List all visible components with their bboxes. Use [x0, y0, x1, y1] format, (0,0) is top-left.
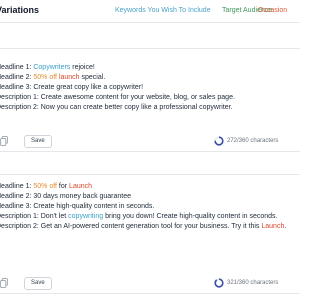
line-label: Description 1: [0, 212, 41, 220]
line-label: Headline 1: [0, 183, 32, 190]
highlighted-keyword: 50% off [33, 183, 57, 190]
variations-header: Variations Keywords You Wish To Include … [0, 0, 300, 23]
line-text: for [56, 183, 70, 190]
panel-title: Variations [0, 5, 40, 15]
line-label: Headline 2: [0, 73, 32, 81]
line-text: Now you can create better copy like a pr… [40, 103, 233, 111]
description-1-line: Description 1: Create awesome content fo… [0, 93, 300, 103]
tag-keywords[interactable]: Keywords You Wish To Include [115, 7, 211, 14]
card-footer: Save 321/360 characters [0, 275, 300, 293]
variation-text: Headline 1: Copywriters rejoice! Headlin… [0, 63, 300, 113]
line-label: Description 1: [0, 93, 41, 101]
progress-ring-icon [214, 136, 224, 146]
highlighted-keyword: Launch [69, 183, 93, 190]
line-text: Create high-quality content in seconds. [33, 202, 155, 210]
headline-2-line: Headline 2: 50% off launch special. [0, 73, 300, 83]
line-label: Headline 2: [0, 192, 32, 200]
variation-text: Headline 1: 50% off for Launch Headline … [0, 182, 300, 232]
progress-ring-icon [214, 278, 224, 288]
headline-2-line: Headline 2: 30 days money back guarantee [0, 192, 300, 202]
line-label: Description 2: [0, 103, 41, 111]
line-text: Get an AI-powered content generation too… [40, 222, 262, 230]
line-text: Don't let [40, 212, 69, 220]
copy-icon[interactable] [0, 136, 8, 146]
save-button[interactable]: Save [24, 135, 52, 148]
variations-panel: Variations Keywords You Wish To Include … [0, 0, 300, 300]
save-button[interactable]: Save [24, 277, 52, 290]
highlighted-keyword: launch [58, 73, 80, 81]
highlighted-keyword: 50% off [33, 73, 57, 81]
description-2-line: Description 2: Get an AI-powered content… [0, 222, 300, 232]
line-label: Headline 3: [0, 83, 32, 91]
line-text: special. [79, 73, 106, 81]
highlighted-keyword: Launch [261, 222, 285, 230]
description-2-line: Description 2: Now you can create better… [0, 103, 300, 113]
character-count: 321/360 characters [227, 280, 279, 286]
line-text: . [284, 222, 287, 230]
line-text: 30 days money back guarantee [33, 192, 132, 200]
description-1-line: Description 1: Don't let copywriting bri… [0, 212, 300, 222]
line-text: Create awesome content for your website,… [40, 93, 235, 101]
line-label: Description 2: [0, 222, 41, 230]
line-label: Headline 1: [0, 64, 32, 71]
variation-card: Headline 1: Copywriters rejoice! Headlin… [0, 48, 300, 152]
headline-1-line: Headline 1: 50% off for Launch [0, 182, 300, 192]
variation-card: Headline 1: 50% off for Launch Headline … [0, 174, 300, 294]
line-label: Headline 3: [0, 202, 32, 210]
line-text: Create great copy like a copywriter! [33, 83, 144, 91]
line-text: bring you down! Create high-quality cont… [103, 212, 278, 220]
card-footer: Save 272/360 characters [0, 133, 300, 151]
copy-icon[interactable] [0, 278, 8, 288]
tag-occasion[interactable]: Occasion [258, 7, 287, 14]
character-count: 272/360 characters [227, 138, 279, 144]
highlighted-keyword: copywriting [68, 212, 104, 220]
highlighted-keyword: Copywriters [33, 64, 71, 71]
headline-1-line: Headline 1: Copywriters rejoice! [0, 63, 300, 73]
line-text: rejoice! [70, 64, 95, 71]
headline-3-line: Headline 3: Create high-quality content … [0, 202, 300, 212]
headline-3-line: Headline 3: Create great copy like a cop… [0, 83, 300, 93]
